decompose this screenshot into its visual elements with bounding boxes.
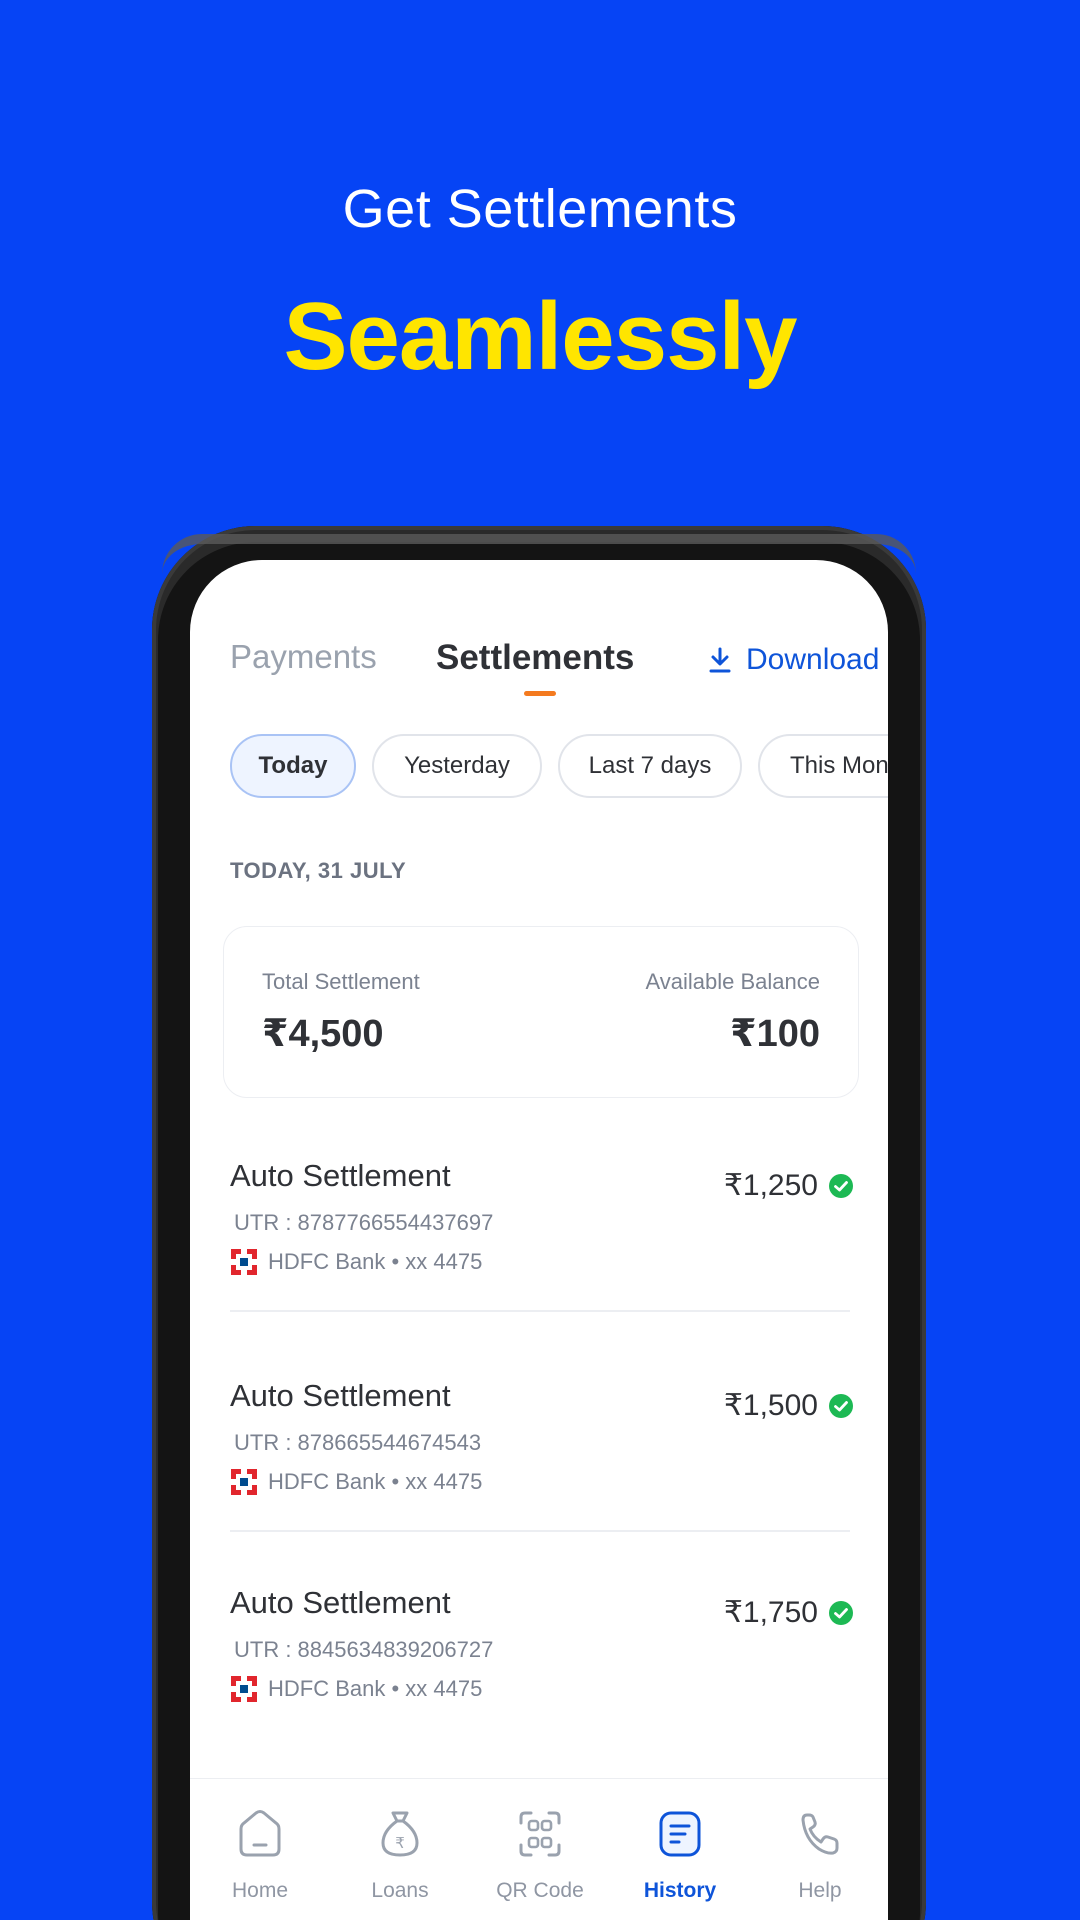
total-settlement-label: Total Settlement [262,969,420,994]
tab-settlements[interactable]: Settlements [436,638,634,678]
settlement-amount: ₹1,750 [724,1595,854,1630]
amount-value: ₹1,500 [723,1389,818,1422]
chip-today[interactable]: Today [230,734,356,798]
amount-value: ₹1,750 [723,1596,818,1629]
hdfc-bank-icon [231,1676,257,1702]
settlement-amount: ₹1,250 [724,1168,854,1203]
date-filter-chips: Today Yesterday Last 7 days This Month [230,734,888,798]
row-divider [230,1310,850,1312]
available-balance-value: ₹100 [730,1013,820,1055]
amount-value: ₹1,250 [723,1169,818,1202]
settlement-row[interactable]: Auto Settlement UTR : 8787766554437697 H… [230,1158,854,1358]
settlement-utr: UTR : 8845634839206727 [234,1637,494,1662]
settlement-bank: HDFC Bank • xx 4475 [230,1675,482,1703]
stage: Get Settlements Seamlessly Payments Sett… [0,0,1080,1920]
bank-account: HDFC Bank • xx 4475 [268,1676,483,1701]
hdfc-bank-icon [231,1249,257,1275]
settlement-bank: HDFC Bank • xx 4475 [230,1468,482,1496]
money-bag-icon: ₹ [381,1811,419,1857]
total-settlement-value: ₹4,500 [262,1013,384,1055]
success-check-icon [829,1173,853,1198]
home-icon [239,1810,281,1857]
settlement-utr: UTR : 8787766554437697 [234,1210,494,1235]
settlement-amount: ₹1,500 [724,1388,854,1423]
nav-label: Help [798,1879,842,1902]
settlement-row[interactable]: Auto Settlement UTR : 8845634839206727 H… [230,1585,854,1785]
settlement-utr: UTR : 878665544674543 [234,1430,482,1455]
hero-headline: Seamlessly [283,283,797,390]
chip-last-7-days[interactable]: Last 7 days [558,734,742,798]
success-check-icon [829,1393,853,1418]
nav-label: Loans [371,1879,429,1902]
settlement-row[interactable]: Auto Settlement UTR : 878665544674543 HD… [230,1378,854,1578]
history-icon [659,1811,701,1857]
svg-text:₹: ₹ [395,1834,405,1852]
phone-screen: Payments Settlements Download Today Yest… [190,560,888,1920]
settlement-bank: HDFC Bank • xx 4475 [230,1248,482,1276]
success-check-icon [829,1600,853,1625]
chip-yesterday[interactable]: Yesterday [372,734,542,798]
nav-loans[interactable]: ₹ Loans [330,1779,470,1920]
tab-payments[interactable]: Payments [230,638,377,676]
hdfc-bank-icon [231,1469,257,1495]
download-button[interactable]: Download [708,638,879,682]
nav-label: History [643,1879,717,1902]
nav-help[interactable]: Help [750,1779,888,1920]
active-tab-indicator [524,691,556,696]
phone-icon [801,1813,839,1855]
nav-label: QR Code [496,1879,584,1902]
settlement-title: Auto Settlement [230,1378,451,1413]
bank-account: HDFC Bank • xx 4475 [268,1249,483,1274]
nav-label: Home [231,1879,289,1902]
bottom-navigation: Home ₹ Loans QR Code History Help [190,1778,888,1920]
nav-history[interactable]: History [610,1779,750,1920]
available-balance-label: Available Balance [645,969,821,994]
hero-subtitle: Get Settlements [342,179,738,239]
nav-qr-code[interactable]: QR Code [470,1779,610,1920]
chip-this-month[interactable]: This Month [758,734,888,798]
nav-home[interactable]: Home [190,1779,330,1920]
date-section-label: TODAY, 31 JULY [230,858,407,883]
settlement-title: Auto Settlement [230,1585,451,1620]
settlement-title: Auto Settlement [230,1158,451,1193]
download-icon [709,647,731,673]
bank-account: HDFC Bank • xx 4475 [268,1469,483,1494]
download-label: Download [746,643,880,676]
row-divider [230,1530,850,1532]
qr-code-icon [519,1811,561,1857]
summary-card: Total Settlement ₹4,500 Available Balanc… [223,926,859,1098]
